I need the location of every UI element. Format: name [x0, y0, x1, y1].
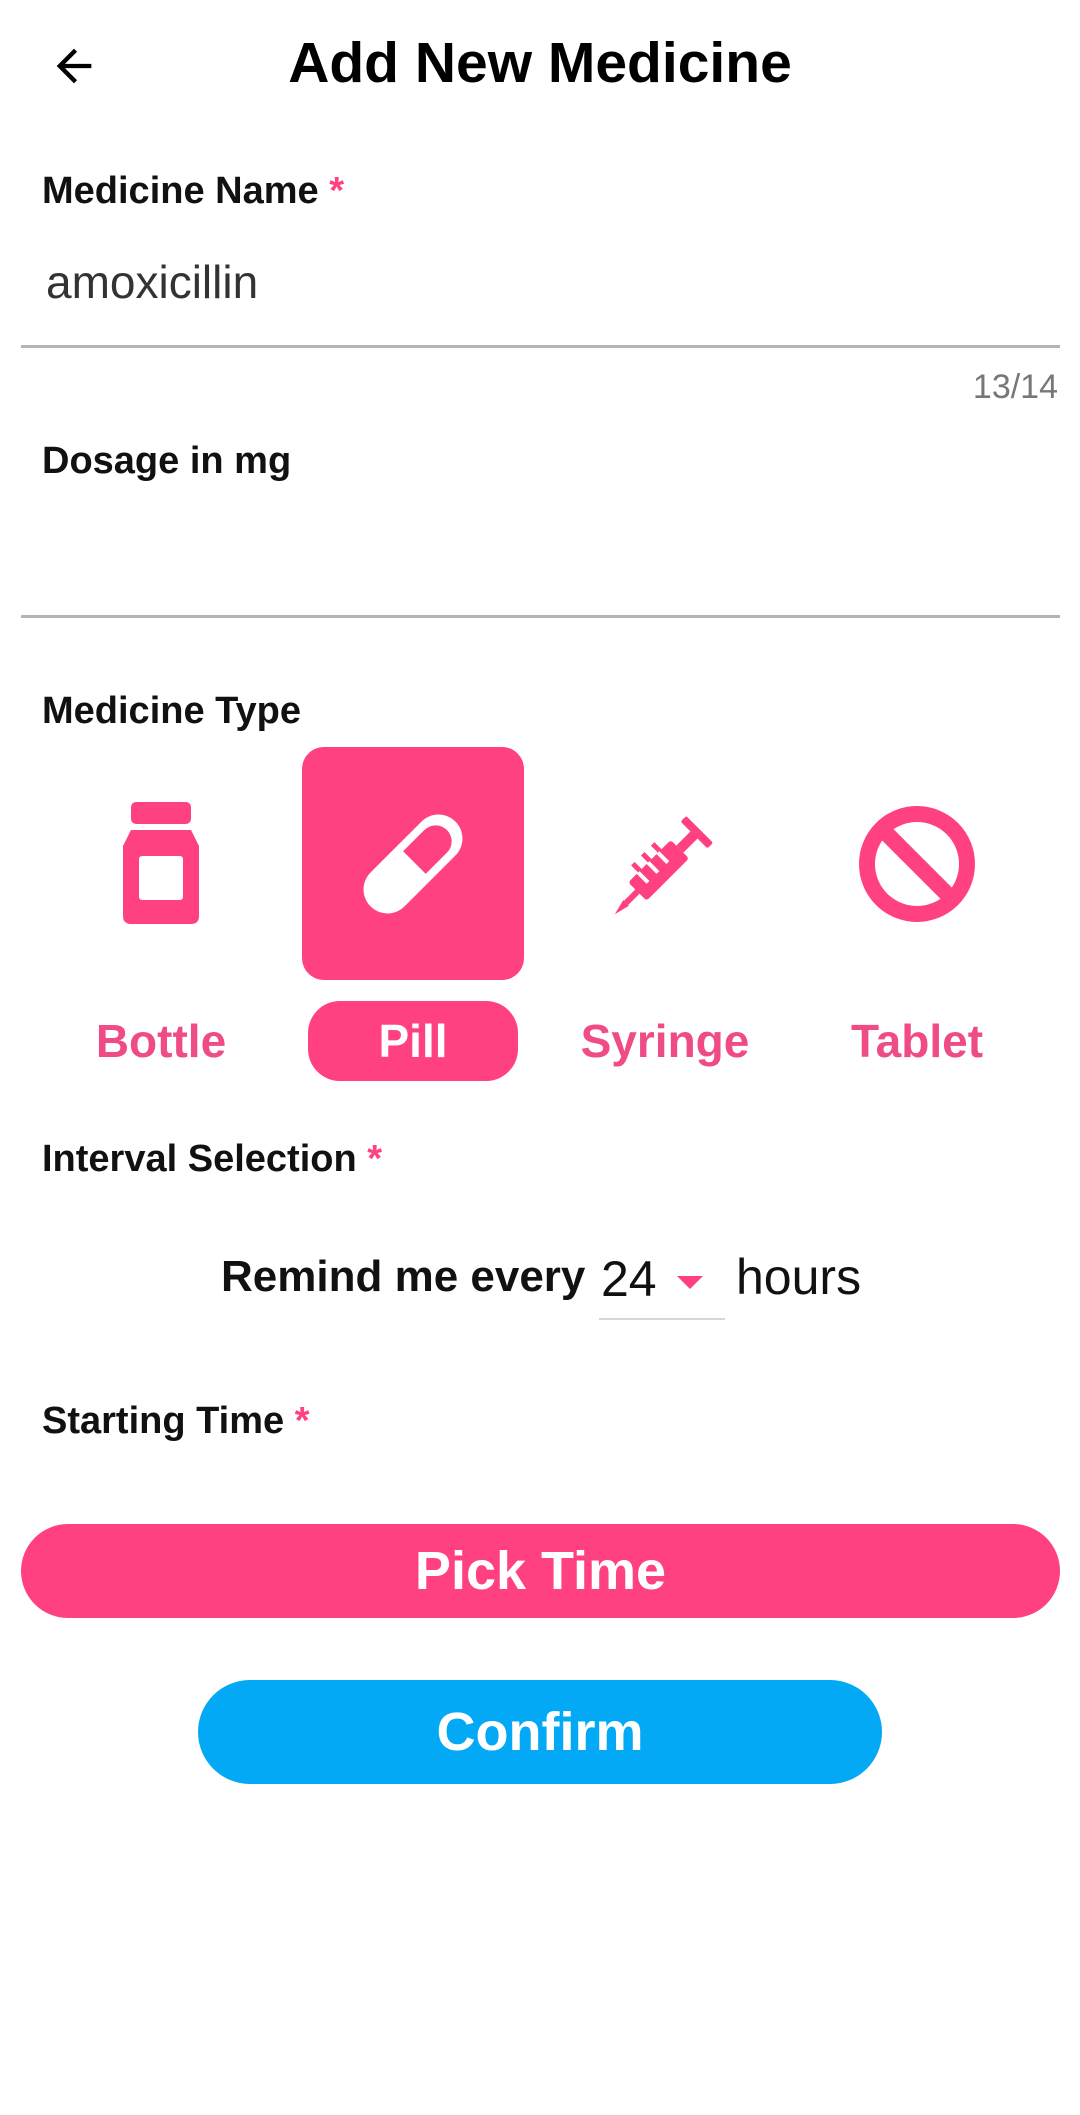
interval-unit: hours	[736, 1249, 862, 1305]
dosage-label: Dosage in mg	[42, 440, 292, 482]
type-label-syringe[interactable]: Syringe	[560, 1001, 770, 1081]
dropdown-caret-icon	[677, 1276, 703, 1289]
type-option-bottle[interactable]	[50, 747, 272, 980]
remind-prefix: Remind me every	[221, 1252, 586, 1301]
interval-row: Remind me every 24 hours	[0, 1238, 1080, 1328]
type-option-syringe[interactable]	[554, 747, 776, 980]
starting-time-label: Starting Time *	[42, 1400, 309, 1443]
pick-time-button[interactable]: Pick Time	[21, 1524, 1060, 1618]
medicine-name-label-text: Medicine Name	[42, 170, 319, 212]
type-label-tablet[interactable]: Tablet	[812, 1001, 1022, 1081]
required-mark: *	[329, 170, 345, 212]
interval-label: Interval Selection *	[42, 1138, 382, 1181]
pill-icon	[363, 814, 463, 913]
dosage-input[interactable]	[42, 510, 1042, 600]
type-option-tablet[interactable]	[806, 747, 1028, 980]
medicine-name-underline	[21, 345, 1060, 348]
confirm-button[interactable]: Confirm	[198, 1680, 882, 1784]
medicine-name-input[interactable]: amoxicillin	[46, 255, 258, 309]
bottle-icon	[123, 801, 199, 924]
medicine-name-label: Medicine Name *	[42, 170, 344, 213]
required-mark: *	[367, 1138, 383, 1180]
starting-time-label-text: Starting Time	[42, 1400, 285, 1442]
interval-label-text: Interval Selection	[42, 1138, 357, 1180]
interval-value: 24	[601, 1251, 657, 1307]
medicine-type-label: Medicine Type	[42, 690, 302, 732]
type-label-bottle[interactable]: Bottle	[56, 1001, 266, 1081]
type-option-pill[interactable]	[302, 747, 524, 980]
page-title: Add New Medicine	[288, 31, 792, 95]
character-counter: 13/14	[972, 368, 1058, 406]
interval-dropdown[interactable]: 24	[599, 1244, 725, 1320]
dosage-underline	[21, 615, 1060, 618]
required-mark: *	[294, 1400, 310, 1442]
app-header: Add New Medicine	[0, 0, 1080, 130]
tablet-icon	[859, 805, 975, 922]
type-label-pill[interactable]: Pill	[308, 1001, 518, 1081]
syringe-icon	[614, 816, 713, 914]
